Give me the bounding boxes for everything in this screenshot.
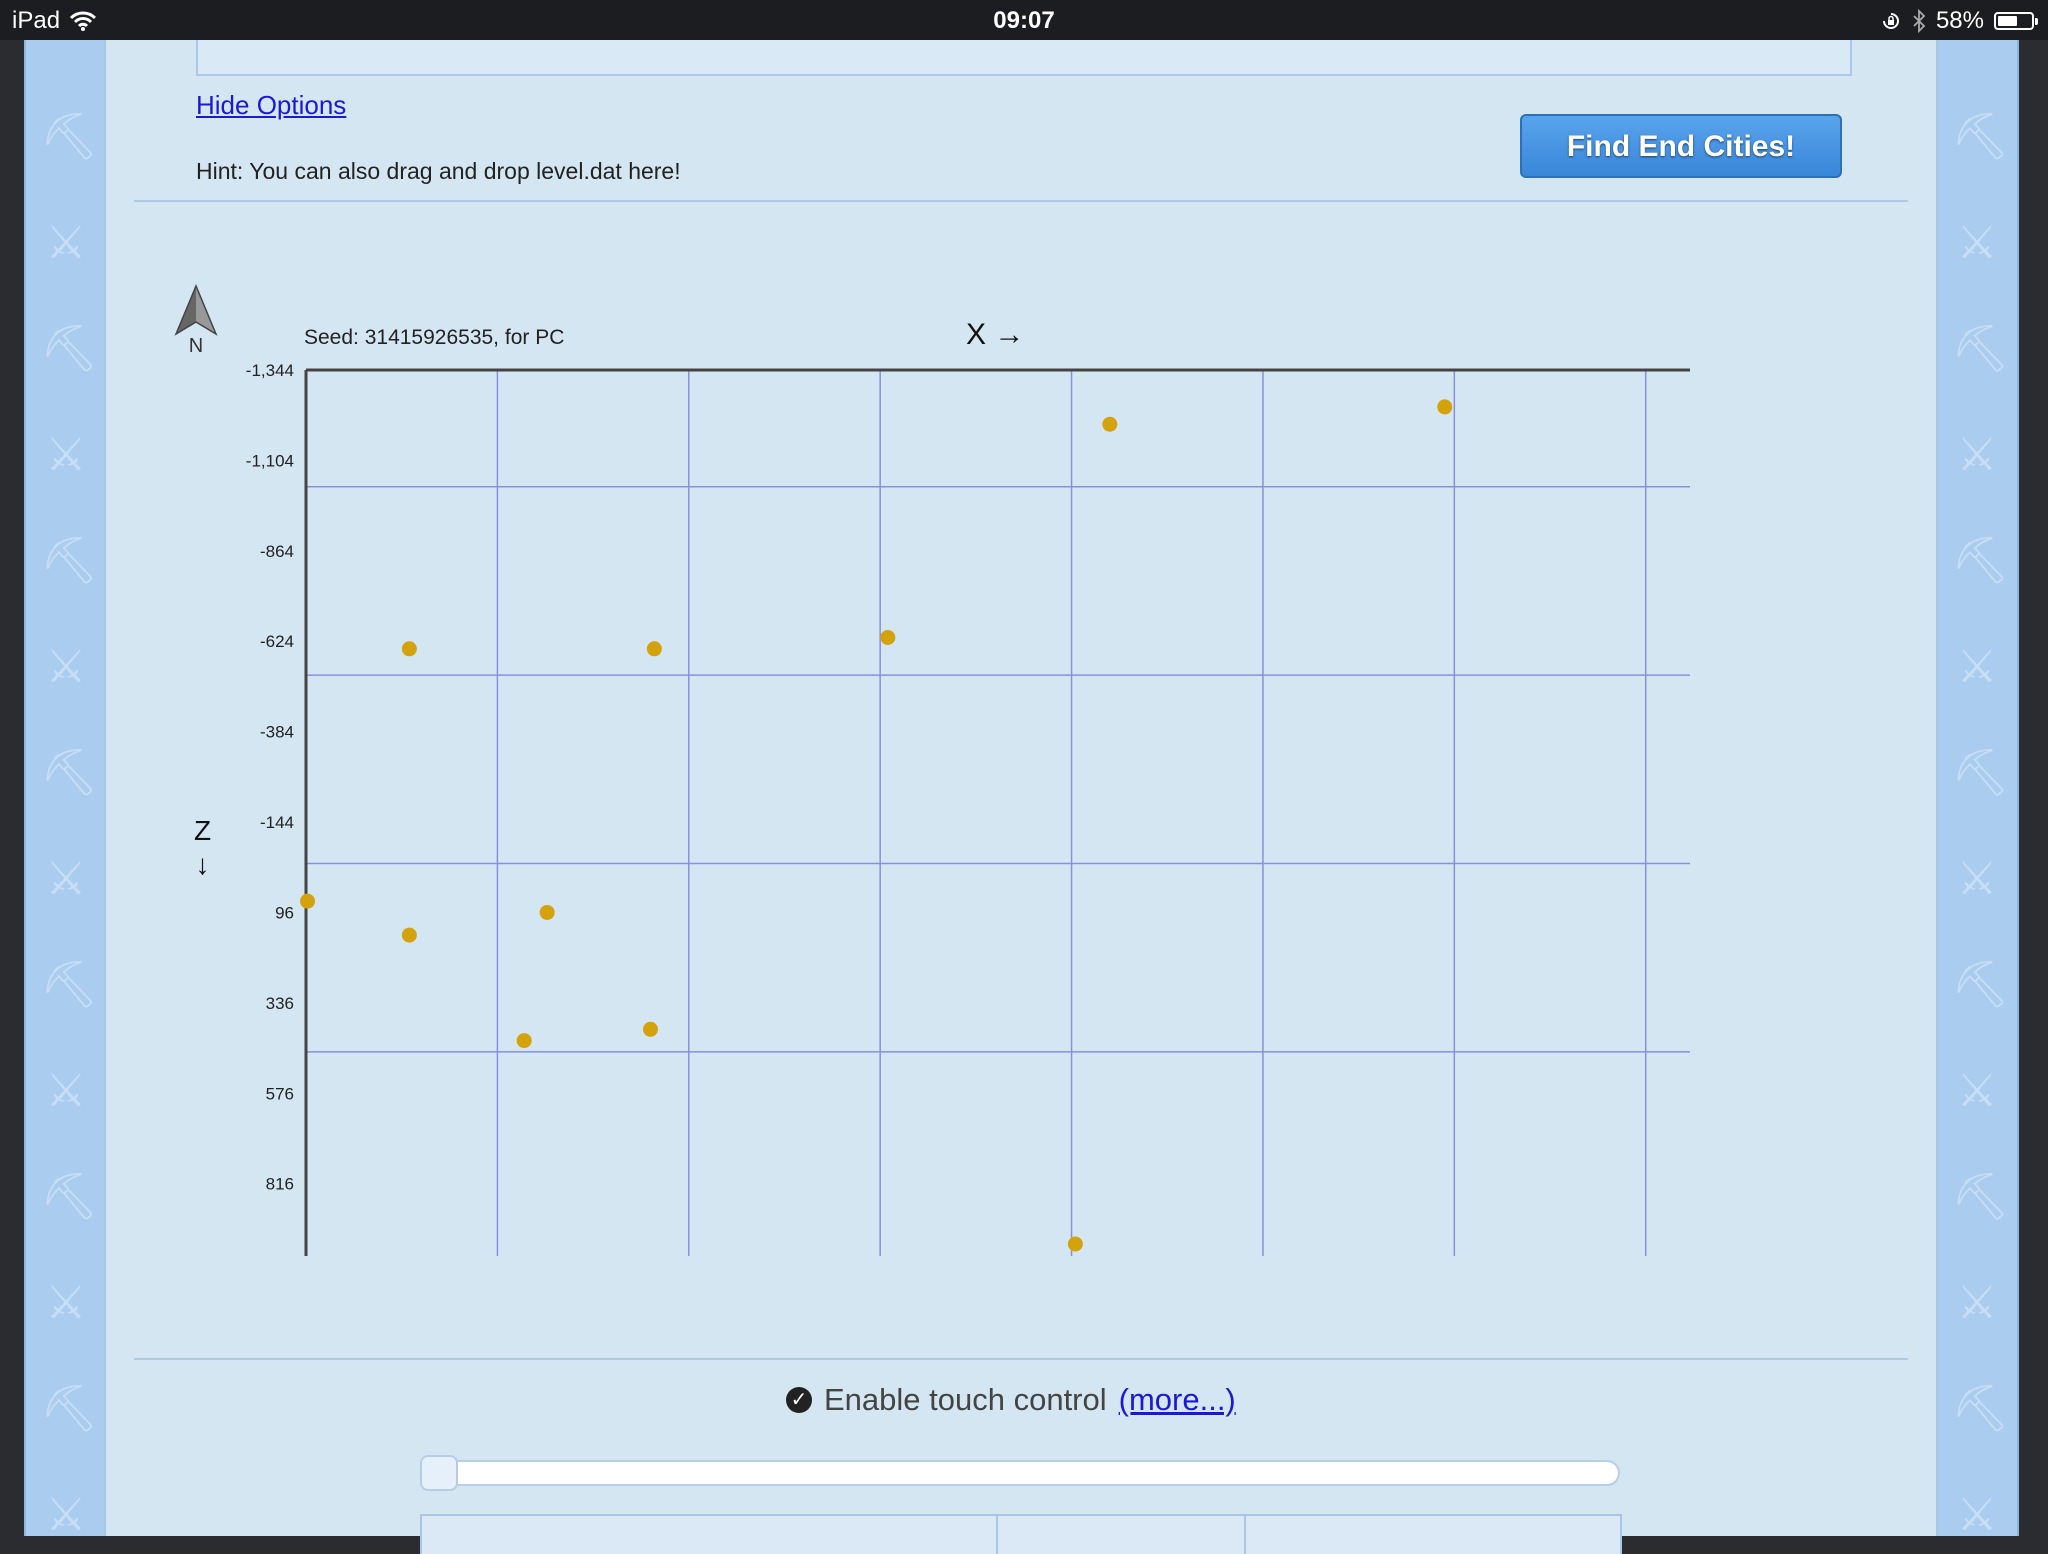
sword-icon: ⚔: [1956, 640, 1998, 692]
shovel-icon: ⛏: [1951, 110, 2010, 162]
end-city-marker[interactable]: [1437, 399, 1453, 415]
battery-icon: [1994, 12, 2038, 30]
shovel-icon: ⛏: [40, 1382, 99, 1434]
shovel-icon: ⛏: [1951, 322, 2010, 374]
y-tick-label: -1,344: [246, 361, 294, 380]
main-content: Hide Options Hint: You can also drag and…: [104, 40, 1938, 1554]
divider-bottom: [134, 1358, 1908, 1360]
shovel-icon: ⛏: [1951, 958, 2010, 1010]
y-tick-label: 336: [266, 994, 294, 1013]
end-city-marker[interactable]: [643, 1021, 658, 1037]
bottom-panel-left: [420, 1514, 998, 1554]
end-city-marker[interactable]: [401, 927, 417, 943]
drag-drop-hint: Hint: You can also drag and drop level.d…: [196, 158, 681, 184]
shovel-icon: ⛏: [40, 958, 99, 1010]
find-end-cities-button[interactable]: Find End Cities!: [1520, 114, 1842, 178]
x-axis-label: X →: [966, 318, 1025, 351]
sword-icon: ⚔: [45, 216, 87, 268]
touch-control-checkbox[interactable]: ✓: [786, 1387, 812, 1413]
z-axis-arrow: ↓: [195, 849, 210, 880]
left-decorative-border: ⛏ ⚔ ⛏ ⚔ ⛏ ⚔ ⛏ ⚔ ⛏ ⚔ ⛏ ⚔ ⛏ ⚔: [24, 40, 108, 1540]
options-panel-bottom: [196, 40, 1852, 76]
battery-level-fill: [1998, 16, 2017, 26]
shovel-icon: ⛏: [40, 746, 99, 798]
end-city-marker[interactable]: [401, 641, 417, 657]
y-tick-label: 576: [266, 1084, 294, 1103]
hide-options-link[interactable]: Hide Options: [196, 90, 346, 121]
shovel-icon: ⛏: [40, 1170, 99, 1222]
y-tick-label: -624: [260, 632, 294, 651]
sword-icon: ⚔: [1956, 428, 1998, 480]
end-city-marker[interactable]: [880, 629, 896, 645]
divider-top: [134, 200, 1908, 202]
sword-icon: ⚔: [45, 1488, 87, 1540]
status-bar: iPad 09:07 58%: [0, 0, 2048, 40]
touch-control-row: ✓ Enable touch control (more...): [786, 1382, 1236, 1418]
sword-icon: ⚔: [1956, 1276, 1998, 1328]
y-tick-label: 816: [266, 1175, 294, 1194]
bottom-panel-middle: [996, 1514, 1246, 1554]
shovel-icon: ⛏: [1951, 1170, 2010, 1222]
sword-icon: ⚔: [1956, 852, 1998, 904]
shovel-icon: ⛏: [40, 534, 99, 586]
end-city-marker[interactable]: [300, 893, 316, 909]
y-tick-label: -864: [260, 542, 294, 561]
sword-icon: ⚔: [1956, 1064, 1998, 1116]
zoom-slider-thumb[interactable]: [420, 1455, 458, 1491]
shovel-icon: ⛏: [40, 110, 99, 162]
shovel-icon: ⛏: [1951, 746, 2010, 798]
z-axis-name: Z: [194, 815, 212, 846]
end-city-marker[interactable]: [646, 641, 662, 657]
y-tick-label: -384: [260, 723, 294, 742]
seed-label: Seed: 31415926535, for PC: [304, 326, 565, 349]
shovel-icon: ⛏: [40, 322, 99, 374]
bluetooth-icon: [1913, 9, 1926, 33]
touch-control-label: Enable touch control: [824, 1382, 1107, 1417]
end-city-marker[interactable]: [539, 904, 555, 920]
zoom-slider-track[interactable]: [420, 1460, 1620, 1486]
end-city-marker[interactable]: [1067, 1236, 1083, 1252]
end-city-marker[interactable]: [1102, 416, 1118, 432]
sword-icon: ⚔: [1956, 216, 1998, 268]
right-decorative-border: ⛏ ⚔ ⛏ ⚔ ⛏ ⚔ ⛏ ⚔ ⛏ ⚔ ⛏ ⚔ ⛏ ⚔: [1935, 40, 2019, 1540]
battery-percent: 58%: [1935, 7, 1984, 34]
sword-icon: ⚔: [1956, 1488, 1998, 1540]
y-tick-label: -144: [260, 813, 294, 832]
sword-icon: ⚔: [45, 640, 87, 692]
shovel-icon: ⛏: [1951, 534, 2010, 586]
y-tick-label: 96: [275, 903, 294, 922]
sword-icon: ⚔: [45, 1276, 87, 1328]
bottom-panel-right: [1244, 1514, 1622, 1554]
orientation-lock-icon: [1882, 13, 1899, 29]
y-tick-label: -1,104: [246, 451, 294, 470]
north-arrow-icon: N: [174, 284, 218, 357]
more-link[interactable]: (more...): [1119, 1382, 1236, 1418]
z-axis-label: Z ↓: [194, 814, 211, 882]
shovel-icon: ⛏: [1951, 1382, 2010, 1434]
status-time: 09:07: [993, 7, 1055, 34]
sword-icon: ⚔: [45, 852, 87, 904]
sword-icon: ⚔: [45, 428, 87, 480]
sword-icon: ⚔: [45, 1064, 87, 1116]
compass: N: [172, 282, 228, 357]
end-city-marker[interactable]: [516, 1033, 532, 1049]
compass-label: N: [189, 335, 203, 354]
end-cities-map[interactable]: -3,104-2,864-2,624-2,384-2,144-1,904-1,6…: [246, 360, 1806, 1320]
